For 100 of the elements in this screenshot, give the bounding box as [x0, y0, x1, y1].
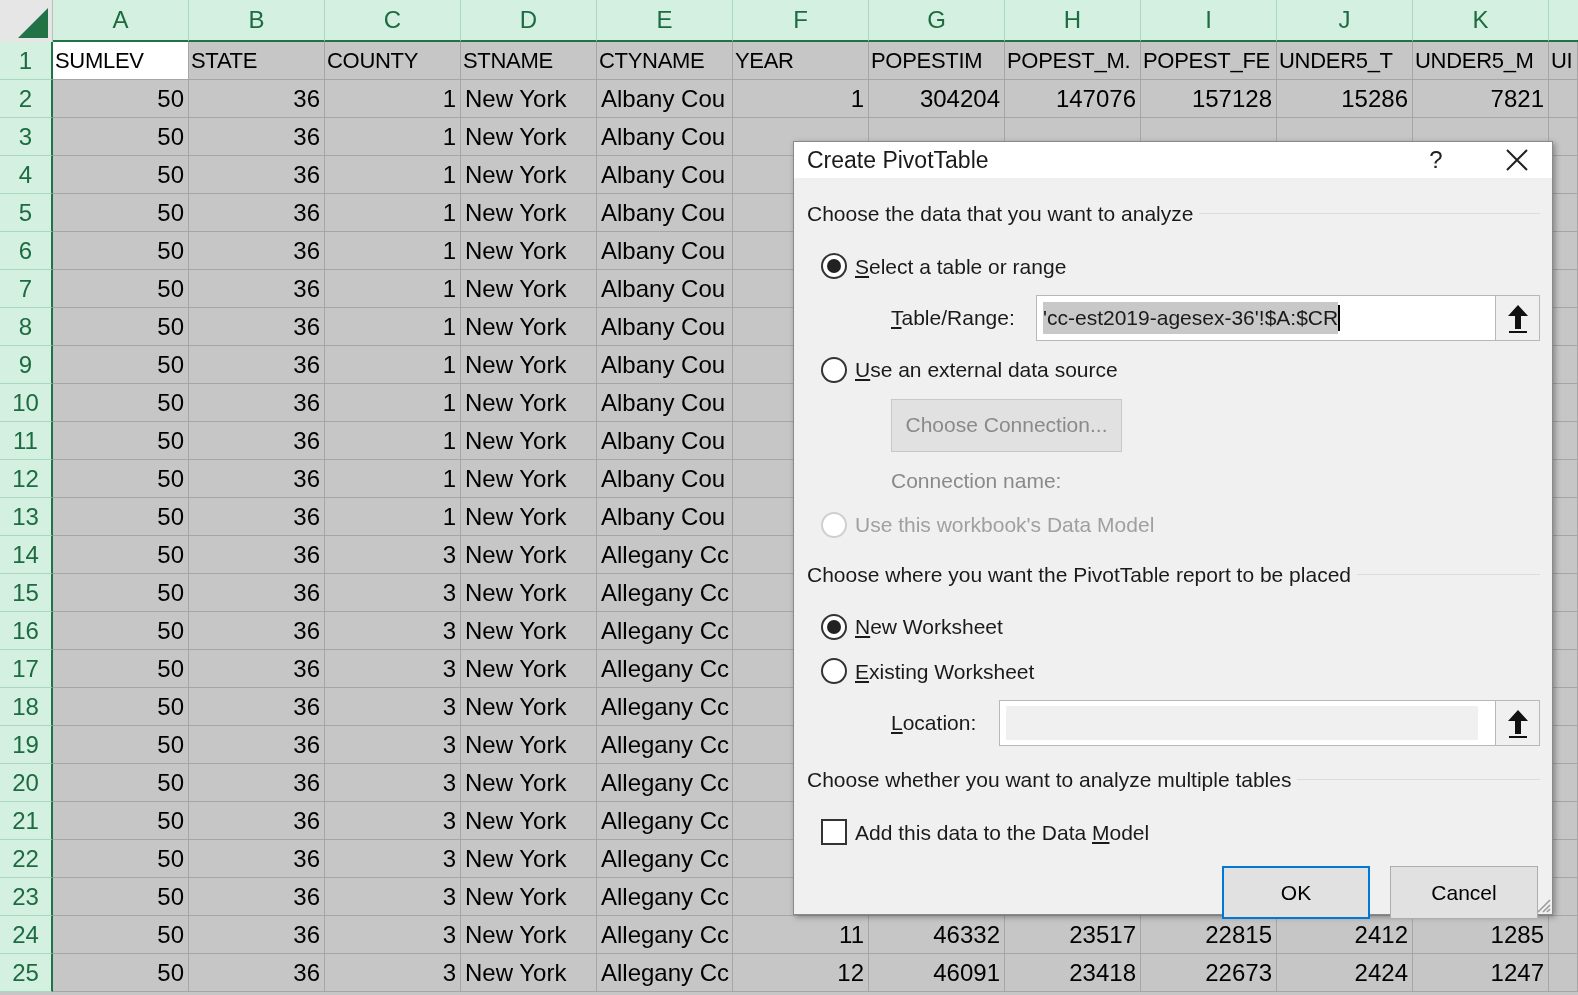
row-header[interactable]: 3: [0, 118, 53, 156]
table-cell: 36: [189, 346, 325, 384]
row-header[interactable]: 10: [0, 384, 53, 422]
column-header[interactable]: A: [53, 0, 189, 42]
row-header[interactable]: 25: [0, 954, 53, 992]
column-header[interactable]: F: [733, 0, 869, 42]
resize-grip-icon[interactable]: [1535, 897, 1551, 913]
column-header[interactable]: J: [1277, 0, 1413, 42]
table-cell: [1549, 916, 1578, 954]
table-cell: 50: [53, 384, 189, 422]
radio-label[interactable]: Existing Worksheet: [855, 655, 1035, 687]
table-cell: 36: [189, 878, 325, 916]
table-cell: 15286: [1277, 80, 1413, 118]
row-header[interactable]: 21: [0, 802, 53, 840]
table-cell: 46332: [869, 916, 1005, 954]
row-header[interactable]: 7: [0, 270, 53, 308]
table-cell: Albany Cou: [597, 460, 733, 498]
table-cell: Allegany Cc: [597, 802, 733, 840]
column-header[interactable]: G: [869, 0, 1005, 42]
table-cell: New York: [461, 916, 597, 954]
table-cell: 3: [325, 878, 461, 916]
column-header[interactable]: [1549, 0, 1578, 42]
select-all-corner[interactable]: [0, 0, 53, 42]
table-cell: New York: [461, 840, 597, 878]
table-cell: New York: [461, 802, 597, 840]
table-cell: Albany Cou: [597, 422, 733, 460]
range-field[interactable]: [999, 700, 1540, 746]
table-cell: 1: [325, 346, 461, 384]
table-cell: 23517: [1005, 916, 1141, 954]
table-cell: 50: [53, 878, 189, 916]
row-header[interactable]: 23: [0, 878, 53, 916]
column-header[interactable]: K: [1413, 0, 1549, 42]
collapse-dialog-button[interactable]: [1495, 296, 1539, 340]
table-cell: 50: [53, 916, 189, 954]
row-header[interactable]: 9: [0, 346, 53, 384]
column-header[interactable]: I: [1141, 0, 1277, 42]
table-cell: 1: [325, 270, 461, 308]
row-header[interactable]: 8: [0, 308, 53, 346]
dialog-button[interactable]: OK: [1222, 866, 1370, 919]
column-header[interactable]: C: [325, 0, 461, 42]
table-cell: 304204: [869, 80, 1005, 118]
column-header[interactable]: E: [597, 0, 733, 42]
table-cell: 3: [325, 916, 461, 954]
table-cell: 36: [189, 764, 325, 802]
row-header[interactable]: 18: [0, 688, 53, 726]
table-cell: 50: [53, 80, 189, 118]
column-header[interactable]: B: [189, 0, 325, 42]
table-cell: Allegany Cc: [597, 650, 733, 688]
table-cell: 1: [325, 460, 461, 498]
radio-button[interactable]: [821, 356, 847, 383]
row-header[interactable]: 22: [0, 840, 53, 878]
table-cell: 50: [53, 118, 189, 156]
row-header[interactable]: 6: [0, 232, 53, 270]
table-cell: 36: [189, 460, 325, 498]
radio-label[interactable]: New Worksheet: [855, 611, 1003, 643]
table-cell: 1: [325, 194, 461, 232]
row-header[interactable]: 5: [0, 194, 53, 232]
table-cell: 36: [189, 612, 325, 650]
row-header[interactable]: 13: [0, 498, 53, 536]
dialog-button[interactable]: Cancel: [1390, 866, 1538, 919]
table-cell: STNAME: [461, 42, 597, 80]
column-header[interactable]: H: [1005, 0, 1141, 42]
row-header[interactable]: 11: [0, 422, 53, 460]
radio-button[interactable]: [821, 658, 847, 685]
row-header[interactable]: 24: [0, 916, 53, 954]
radio-button[interactable]: [821, 613, 847, 640]
table-cell: UI: [1549, 42, 1578, 80]
row-header[interactable]: 17: [0, 650, 53, 688]
row-header[interactable]: 14: [0, 536, 53, 574]
row-header[interactable]: 4: [0, 156, 53, 194]
column-header[interactable]: D: [461, 0, 597, 42]
collapse-dialog-button[interactable]: [1495, 701, 1539, 745]
table-cell: 36: [189, 270, 325, 308]
row-header[interactable]: 1: [0, 42, 53, 80]
row-header[interactable]: 19: [0, 726, 53, 764]
radio-label[interactable]: Select a table or range: [855, 250, 1067, 282]
table-cell: New York: [461, 270, 597, 308]
checkbox[interactable]: [821, 819, 847, 846]
close-icon[interactable]: [1506, 149, 1528, 171]
table-cell: New York: [461, 80, 597, 118]
help-button[interactable]: ?: [1416, 142, 1456, 178]
row-header[interactable]: 16: [0, 612, 53, 650]
table-cell: 3: [325, 612, 461, 650]
radio-button[interactable]: [821, 253, 847, 280]
range-field[interactable]: 'cc-est2019-agesex-36'!$A:$CR: [1036, 295, 1540, 341]
checkbox-label[interactable]: Add this data to the Data Model: [855, 816, 1150, 848]
row-header[interactable]: 2: [0, 80, 53, 118]
row-header[interactable]: 20: [0, 764, 53, 802]
section-heading: Choose where you want the PivotTable report to be placed: [807, 561, 1351, 588]
table-cell: 22673: [1141, 954, 1277, 992]
table-cell: 50: [53, 650, 189, 688]
row-header[interactable]: 12: [0, 460, 53, 498]
table-cell: New York: [461, 954, 597, 992]
table-cell: 50: [53, 840, 189, 878]
table-cell: 3: [325, 650, 461, 688]
table-cell: New York: [461, 308, 597, 346]
table-cell: New York: [461, 878, 597, 916]
row-header[interactable]: 15: [0, 574, 53, 612]
table-cell: [1549, 80, 1578, 118]
radio-label[interactable]: Use an external data source: [855, 354, 1118, 386]
